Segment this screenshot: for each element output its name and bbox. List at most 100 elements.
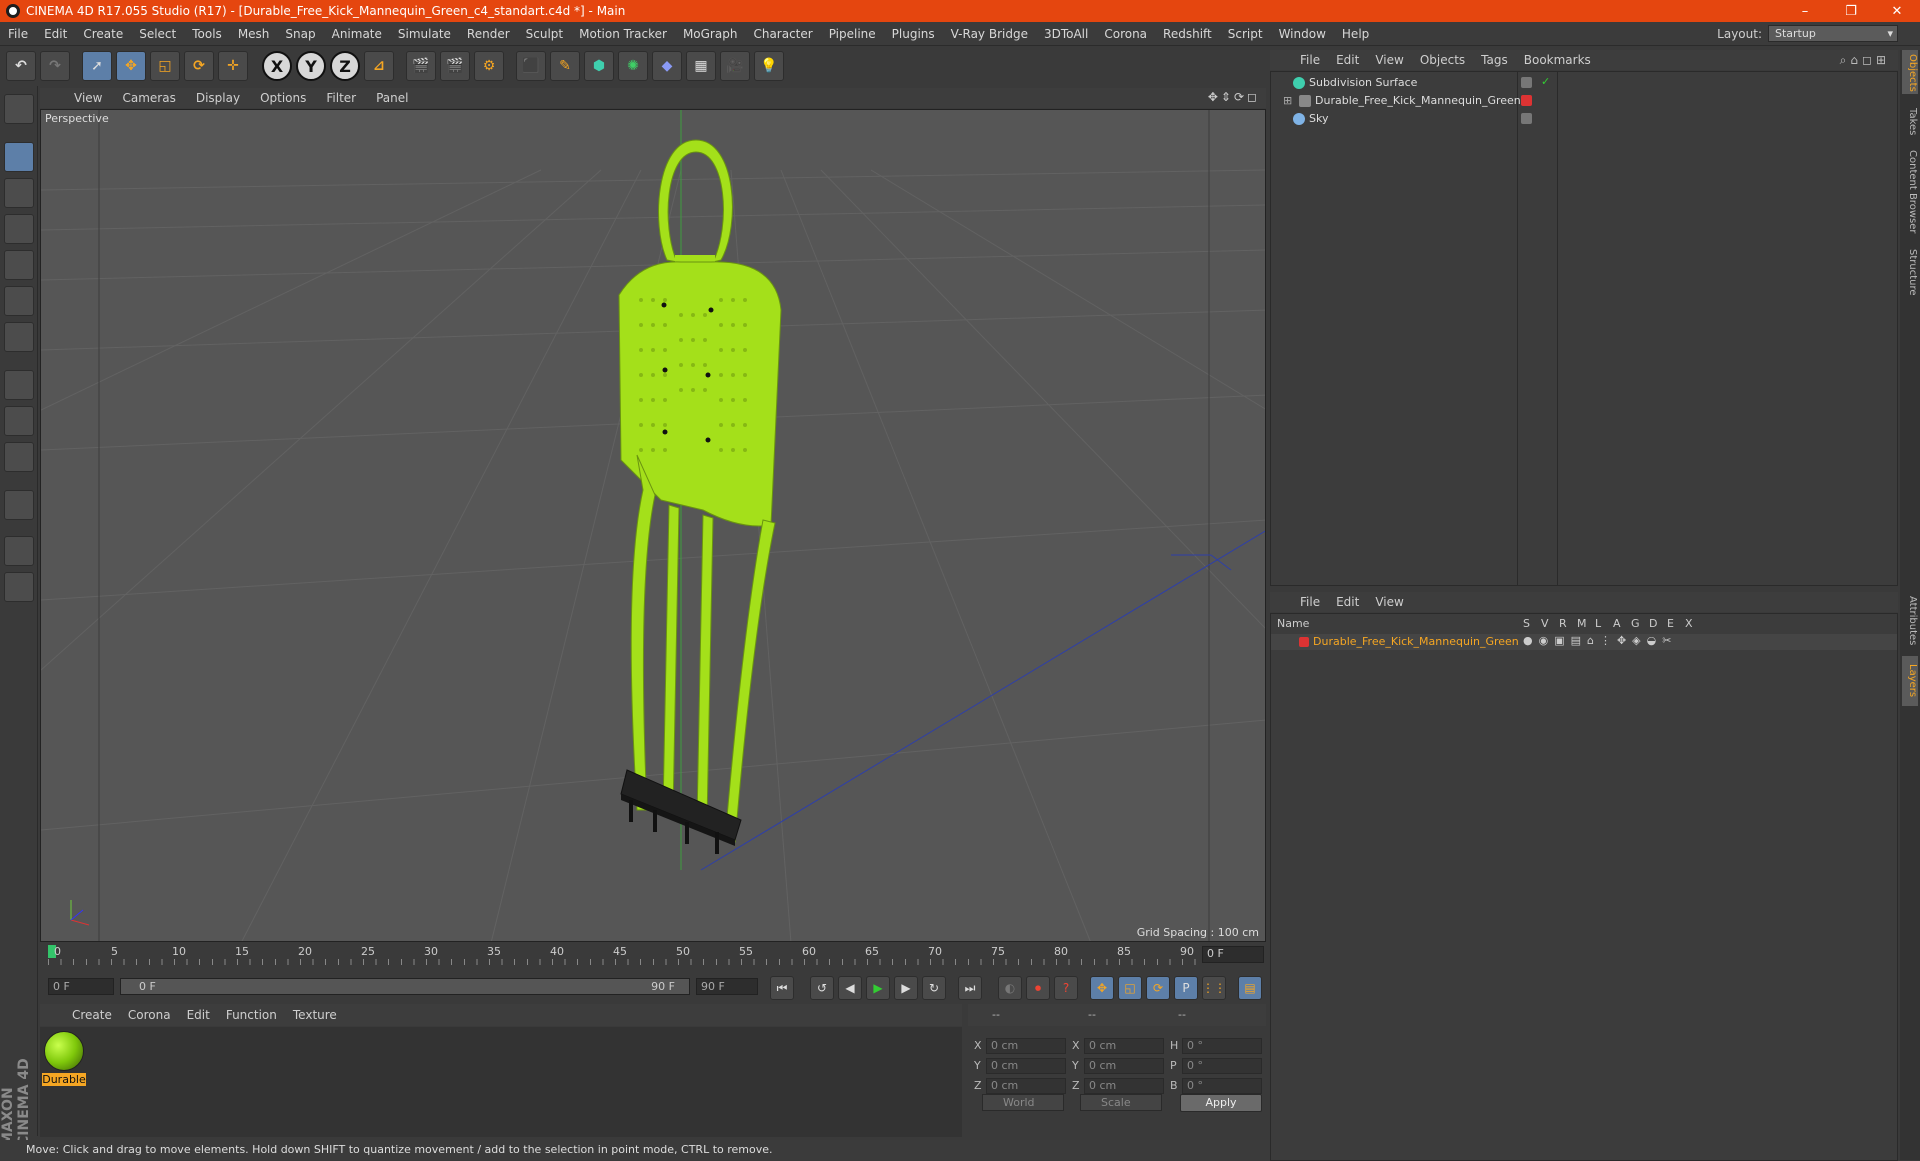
light-icon[interactable]: 💡 — [754, 51, 784, 81]
timeline-window-icon[interactable]: ▤ — [1238, 976, 1262, 1000]
object-menu-view[interactable]: View — [1367, 53, 1411, 67]
start-frame-field[interactable]: 0 F — [48, 978, 114, 995]
solo-mode-icon[interactable] — [4, 442, 34, 472]
points-mode-icon[interactable] — [4, 250, 34, 280]
object-menu-objects[interactable]: Objects — [1412, 53, 1473, 67]
rotation-b-field[interactable]: 0 ° — [1182, 1078, 1262, 1094]
viewport-menu-display[interactable]: Display — [186, 91, 250, 105]
undo-icon[interactable]: ↶ — [6, 51, 36, 81]
viewport-menu-view[interactable]: View — [64, 91, 112, 105]
render-settings-icon[interactable]: ⚙ — [474, 51, 504, 81]
viewport-menu-options[interactable]: Options — [250, 91, 316, 105]
tab-objects[interactable]: Objects — [1902, 50, 1918, 94]
redo-icon[interactable]: ↷ — [40, 51, 70, 81]
menu-script[interactable]: Script — [1220, 27, 1271, 41]
menu-tools[interactable]: Tools — [184, 27, 230, 41]
viewport-navigation-icons[interactable]: ✥⇕⟳◻ — [1208, 90, 1260, 104]
layer-row[interactable]: Durable_Free_Kick_Mannequin_Green ●◉▣▤⌂⋮… — [1271, 634, 1897, 650]
grid-snap-icon[interactable] — [4, 572, 34, 602]
model-mode-icon[interactable] — [4, 142, 34, 172]
layer-menu-view[interactable]: View — [1367, 595, 1411, 609]
live-selection-icon[interactable]: ➚ — [82, 51, 112, 81]
material-menu-texture[interactable]: Texture — [285, 1008, 345, 1022]
tab-content-browser[interactable]: Content Browser — [1902, 146, 1918, 238]
restore-button[interactable]: ❐ — [1828, 4, 1874, 19]
close-button[interactable]: ✕ — [1874, 4, 1920, 19]
expand-icon[interactable]: ⊞ — [1283, 94, 1292, 107]
menu-render[interactable]: Render — [459, 27, 518, 41]
menu-simulate[interactable]: Simulate — [390, 27, 459, 41]
subdivision-surface-icon[interactable]: ⬢ — [584, 51, 614, 81]
menu-vray-bridge[interactable]: V-Ray Bridge — [943, 27, 1036, 41]
rotation-h-field[interactable]: 0 ° — [1182, 1038, 1262, 1054]
z-axis-lock-button[interactable]: Z — [330, 51, 360, 81]
next-key-icon[interactable]: ↻ — [922, 976, 946, 1000]
tab-attributes[interactable]: Attributes — [1902, 590, 1918, 652]
material-menu-create[interactable]: Create — [64, 1008, 120, 1022]
edges-mode-icon[interactable] — [4, 286, 34, 316]
coordinate-system-icon[interactable]: ⊿ — [364, 51, 394, 81]
layer-color-swatch[interactable] — [1299, 637, 1309, 647]
visibility-toggle-icon[interactable] — [1521, 77, 1532, 88]
cube-object-icon[interactable]: ⬛ — [516, 51, 546, 81]
menu-edit[interactable]: Edit — [36, 27, 75, 41]
render-view-icon[interactable]: 🎬 — [406, 51, 436, 81]
menu-create[interactable]: Create — [75, 27, 131, 41]
menu-window[interactable]: Window — [1271, 27, 1334, 41]
array-icon[interactable]: ✺ — [618, 51, 648, 81]
y-axis-lock-button[interactable]: Y — [296, 51, 326, 81]
layer-flag-icons[interactable]: ●◉▣▤⌂⋮✥◈◒✂ — [1523, 634, 1677, 647]
menu-animate[interactable]: Animate — [324, 27, 390, 41]
end-frame-field[interactable]: 90 F — [696, 978, 758, 995]
size-y-field[interactable]: 0 cm — [1084, 1058, 1164, 1074]
visibility-toggle-icon[interactable] — [1521, 113, 1532, 124]
checkmark-icon[interactable]: ✓ — [1541, 75, 1550, 88]
x-axis-lock-button[interactable]: X — [262, 51, 292, 81]
object-menu-file[interactable]: File — [1292, 53, 1328, 67]
menu-character[interactable]: Character — [745, 27, 820, 41]
rotate-tool-icon[interactable]: ⟳ — [184, 51, 214, 81]
menu-snap[interactable]: Snap — [277, 27, 323, 41]
menu-plugins[interactable]: Plugins — [884, 27, 943, 41]
tweak-mode-icon[interactable] — [4, 406, 34, 436]
menu-help[interactable]: Help — [1334, 27, 1377, 41]
frame-range-slider[interactable]: 0 F 90 F — [120, 978, 690, 995]
record-icon[interactable]: ⏺ — [1026, 976, 1050, 1000]
size-x-field[interactable]: 0 cm — [1084, 1038, 1164, 1054]
menu-select[interactable]: Select — [131, 27, 184, 41]
deformer-icon[interactable]: ◆ — [652, 51, 682, 81]
layer-color-tag[interactable] — [1521, 95, 1532, 106]
floor-icon[interactable]: ▦ — [686, 51, 716, 81]
menu-motion-tracker[interactable]: Motion Tracker — [571, 27, 675, 41]
viewport-menu-cameras[interactable]: Cameras — [112, 91, 185, 105]
object-menu-tags[interactable]: Tags — [1473, 53, 1516, 67]
goto-start-icon[interactable]: ⏮ — [770, 976, 794, 1000]
menu-file[interactable]: File — [0, 27, 36, 41]
tab-takes[interactable]: Takes — [1902, 102, 1918, 142]
last-tool-icon[interactable]: ✛ — [218, 51, 248, 81]
layout-select[interactable]: Startup ▾ — [1768, 25, 1898, 42]
tab-layers[interactable]: Layers — [1902, 656, 1918, 706]
material-menu-corona[interactable]: Corona — [120, 1008, 179, 1022]
viewport-menu-filter[interactable]: Filter — [316, 91, 366, 105]
tab-structure[interactable]: Structure — [1902, 242, 1918, 302]
object-menu-edit[interactable]: Edit — [1328, 53, 1367, 67]
key-scale-icon[interactable]: ◱ — [1118, 976, 1142, 1000]
key-rotation-icon[interactable]: ⟳ — [1146, 976, 1170, 1000]
key-position-icon[interactable]: ✥ — [1090, 976, 1114, 1000]
make-editable-icon[interactable] — [4, 94, 34, 124]
material-menu-function[interactable]: Function — [218, 1008, 285, 1022]
perspective-viewport[interactable]: Perspective Grid Spacing : 100 cm — [40, 109, 1266, 942]
position-z-field[interactable]: 0 cm — [986, 1078, 1066, 1094]
viewport-menu-panel[interactable]: Panel — [366, 91, 418, 105]
object-menu-bookmarks[interactable]: Bookmarks — [1516, 53, 1599, 67]
play-icon[interactable]: ▶ — [866, 976, 890, 1000]
object-row[interactable]: Sky — [1271, 110, 1897, 128]
size-z-field[interactable]: 0 cm — [1084, 1078, 1164, 1094]
material-swatch[interactable]: Durable — [42, 1029, 86, 1087]
scale-tool-icon[interactable]: ◱ — [150, 51, 180, 81]
texture-mode-icon[interactable] — [4, 178, 34, 208]
pen-spline-icon[interactable]: ✎ — [550, 51, 580, 81]
key-parameter-icon[interactable]: P — [1174, 976, 1198, 1000]
menu-pipeline[interactable]: Pipeline — [821, 27, 884, 41]
